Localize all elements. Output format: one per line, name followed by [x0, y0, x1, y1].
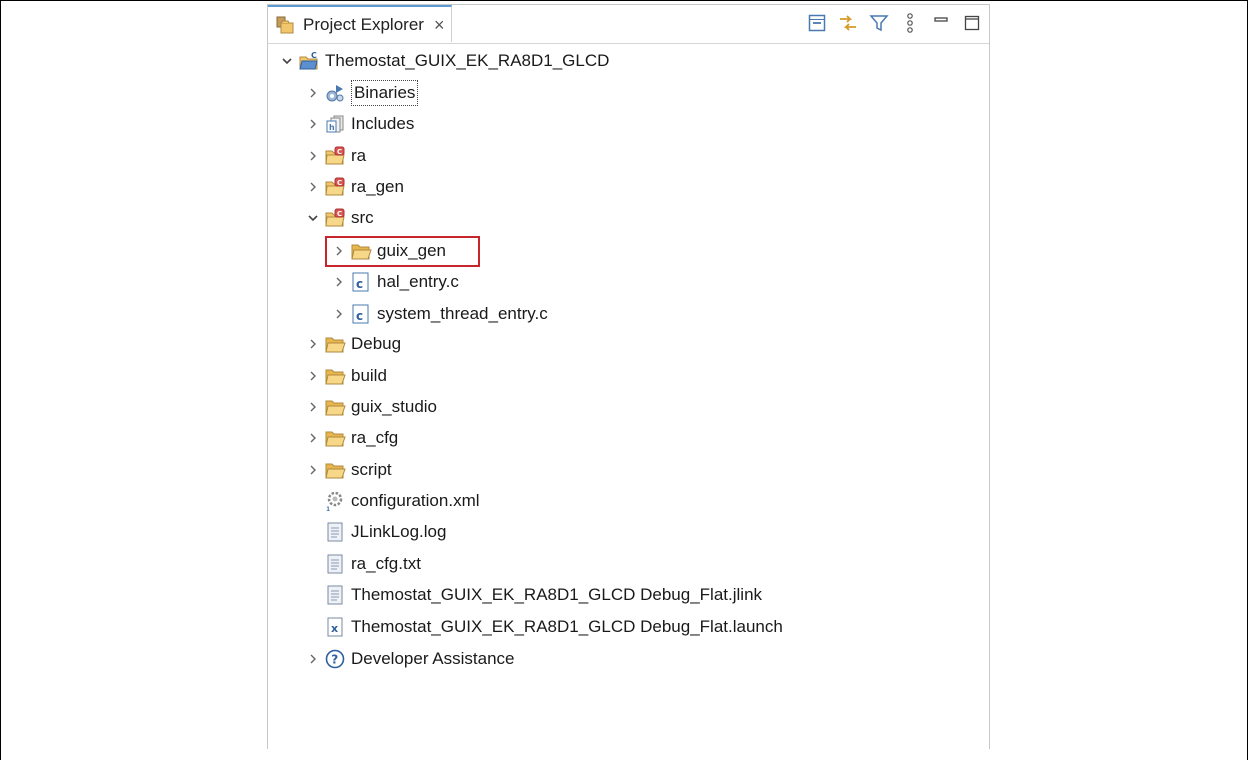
view-toolbar: [806, 10, 983, 36]
project-explorer-view: Project Explorer ×: [267, 4, 990, 749]
view-tab-bar: Project Explorer ×: [268, 5, 989, 44]
filter-icon[interactable]: [868, 12, 890, 34]
tab-label: Project Explorer: [303, 14, 424, 34]
close-icon[interactable]: ×: [434, 16, 445, 34]
minimize-icon[interactable]: [930, 12, 952, 34]
view-menu-icon[interactable]: [899, 12, 921, 34]
collapse-all-icon[interactable]: [806, 12, 828, 34]
tab-project-explorer[interactable]: Project Explorer ×: [268, 5, 452, 42]
maximize-icon[interactable]: [961, 12, 983, 34]
project-explorer-icon: [276, 16, 294, 33]
link-with-editor-icon[interactable]: [837, 12, 859, 34]
